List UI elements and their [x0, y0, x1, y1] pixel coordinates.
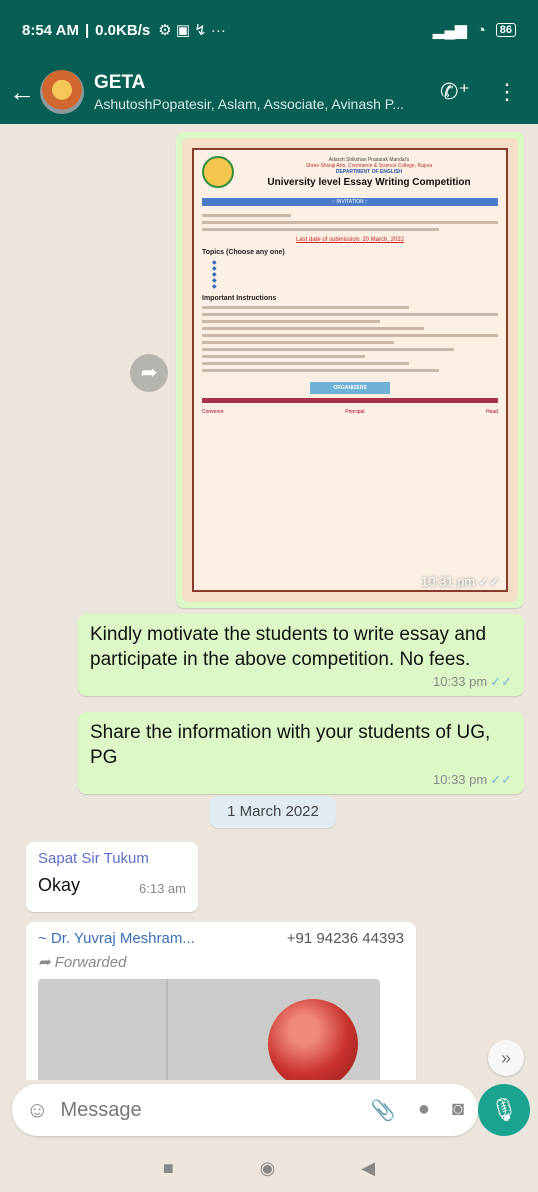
- sender-phone[interactable]: +91 94236 44393: [287, 930, 404, 947]
- message-time: 10:31 pm ✓✓: [421, 574, 500, 589]
- message-time: 10:33 pm ✓✓: [433, 772, 512, 787]
- poster-organizers: ORGANIZERS: [310, 382, 390, 394]
- poster-deadline: Last date of submission: 20 March, 2022: [295, 237, 405, 243]
- notification-icons: ⚙ ▣ ↯ ···: [158, 22, 226, 39]
- date-separator: 1 March 2022: [210, 796, 336, 828]
- home-icon[interactable]: ◉: [260, 1158, 276, 1179]
- poster-banner: :: INVITATION ::: [202, 198, 498, 206]
- payment-icon[interactable]: ●: [418, 1098, 430, 1123]
- image-message[interactable]: Adarsh Shikshan Prasarak Mandal's Shree …: [176, 132, 524, 608]
- chat-title-area[interactable]: GETA AshutoshPopatesir, Aslam, Associate…: [94, 72, 424, 112]
- camera-icon[interactable]: ◙: [452, 1098, 464, 1123]
- message-text: Okay: [38, 875, 81, 895]
- group-members: AshutoshPopatesir, Aslam, Associate, Avi…: [94, 96, 405, 112]
- attach-icon[interactable]: 📎: [371, 1098, 396, 1123]
- read-receipt-icon: ✓✓: [490, 674, 512, 689]
- poster-title: University level Essay Writing Competiti…: [267, 176, 471, 188]
- apple-image: [268, 999, 358, 1080]
- status-speed: 0.0KB/s: [95, 21, 151, 39]
- chat-header: ← GETA AshutoshPopatesir, Aslam, Associa…: [0, 60, 538, 124]
- back-arrow-icon[interactable]: ←: [6, 77, 38, 108]
- back-nav-icon[interactable]: ◀: [361, 1158, 375, 1179]
- status-bar: 8:54 AM | 0.0KB/s ⚙ ▣ ↯ ··· ▂▄▆ ◔ 86: [0, 0, 538, 60]
- forward-icon[interactable]: ➦: [130, 354, 168, 392]
- poster-instructions-heading: Important Instructions: [202, 295, 277, 302]
- poster-signatory: Principal: [345, 409, 365, 415]
- status-separator: |: [84, 21, 90, 39]
- mic-icon[interactable]: 🎙: [478, 1084, 530, 1136]
- message-input[interactable]: [60, 1098, 311, 1122]
- message-text: Kindly motivate the students to write es…: [90, 624, 487, 670]
- add-call-icon[interactable]: ✆⁺: [440, 79, 470, 105]
- more-vert-icon[interactable]: ⋮: [496, 79, 518, 105]
- group-avatar[interactable]: [40, 70, 84, 114]
- emoji-icon[interactable]: ☺: [26, 1097, 48, 1123]
- forwarded-icon: ➦: [38, 954, 55, 971]
- message-text: Share the information with your students…: [90, 722, 491, 768]
- message-list[interactable]: ➦ Adarsh Shikshan Prasarak Mandal's Shre…: [0, 124, 538, 1080]
- message-composer: ☺ 📎 ● ◙: [12, 1084, 478, 1136]
- photo-attachment[interactable]: [38, 979, 380, 1080]
- poster-signatory: Head: [486, 409, 498, 415]
- outgoing-message[interactable]: Share the information with your students…: [78, 712, 524, 794]
- scroll-down-icon[interactable]: »: [488, 1040, 524, 1076]
- outgoing-message[interactable]: Kindly motivate the students to write es…: [78, 614, 524, 696]
- message-time: 10:33 pm ✓✓: [433, 674, 512, 689]
- poster-image[interactable]: Adarsh Shikshan Prasarak Mandal's Shree …: [182, 138, 518, 602]
- sender-name[interactable]: Sapat Sir Tukum: [38, 850, 186, 867]
- group-name: GETA: [94, 72, 146, 93]
- battery-icon: 86: [495, 23, 516, 37]
- status-time: 8:54 AM: [22, 21, 79, 39]
- message-time: 6:13 am: [139, 881, 186, 896]
- signal-icon: ▂▄▆: [432, 22, 467, 39]
- recents-icon[interactable]: ■: [163, 1158, 174, 1179]
- incoming-message[interactable]: Sapat Sir Tukum Okay 6:13 am: [26, 842, 198, 912]
- poster-signatory: Convenor: [202, 409, 224, 415]
- incoming-forwarded-message[interactable]: ~ Dr. Yuvraj Meshram... +91 94236 44393 …: [26, 922, 416, 1080]
- sender-name[interactable]: ~ Dr. Yuvraj Meshram...: [38, 930, 195, 947]
- read-receipt-icon: ✓✓: [490, 772, 512, 787]
- poster-dept: DEPARTMENT OF ENGLISH: [335, 168, 403, 175]
- college-logo: [202, 156, 234, 188]
- forwarded-label: ➦ Forwarded: [38, 954, 127, 971]
- wifi-icon: ◔: [476, 21, 486, 39]
- poster-topics-heading: Topics (Choose any one): [202, 249, 285, 256]
- system-nav-bar: ■ ◉ ◀: [0, 1144, 538, 1192]
